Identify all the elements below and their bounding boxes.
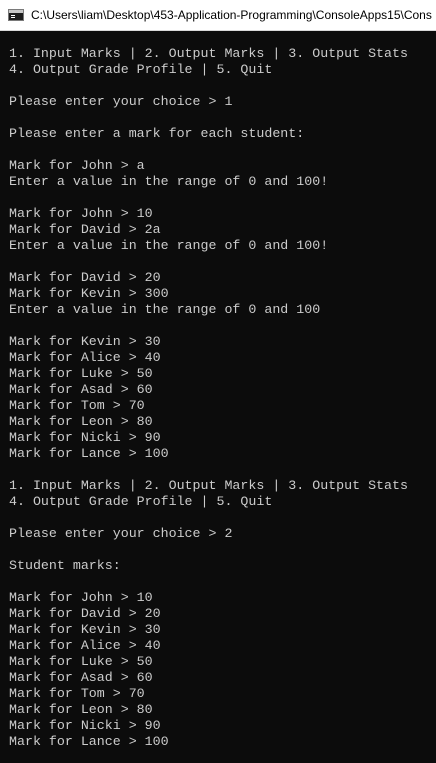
console-line: Mark for John > 10 [9, 206, 153, 221]
console-line: Mark for Kevin > 30 [9, 334, 161, 349]
console-line: Mark for Lance > 100 [9, 446, 169, 461]
console-line: Mark for David > 20 [9, 270, 161, 285]
console-line: Mark for David > 20 [9, 606, 161, 621]
console-line: Mark for Nicki > 90 [9, 430, 161, 445]
console-line: 1. Input Marks | 2. Output Marks | 3. Ou… [9, 478, 408, 493]
console-line: Mark for Alice > 40 [9, 350, 161, 365]
console-line: Mark for Luke > 50 [9, 366, 153, 381]
console-line: Mark for Tom > 70 [9, 398, 145, 413]
title-bar[interactable]: C:\Users\liam\Desktop\453-Application-Pr… [0, 0, 436, 31]
console-line: Mark for Kevin > 30 [9, 622, 161, 637]
console-output[interactable]: 1. Input Marks | 2. Output Marks | 3. Ou… [9, 46, 436, 750]
console-line: Enter a value in the range of 0 and 100 [9, 302, 321, 317]
console-line: Please enter your choice > 2 [9, 526, 233, 541]
console-line: Please enter a mark for each student: [9, 126, 305, 141]
console-line: Mark for Kevin > 300 [9, 286, 169, 301]
console-line: Mark for John > a [9, 158, 145, 173]
console-line: 4. Output Grade Profile | 5. Quit [9, 62, 273, 77]
console-line: Mark for Luke > 50 [9, 654, 153, 669]
console-line: Mark for Leon > 80 [9, 414, 153, 429]
console-line: Please enter your choice > 1 [9, 94, 233, 109]
console-line: 1. Input Marks | 2. Output Marks | 3. Ou… [9, 46, 408, 61]
console-line: Mark for Asad > 60 [9, 670, 153, 685]
console-line: 4. Output Grade Profile | 5. Quit [9, 494, 273, 509]
window-title: C:\Users\liam\Desktop\453-Application-Pr… [31, 8, 432, 22]
console-line: Mark for Lance > 100 [9, 734, 169, 749]
console-line: Mark for Leon > 80 [9, 702, 153, 717]
console-line: Enter a value in the range of 0 and 100! [9, 238, 329, 253]
console-line: Mark for Tom > 70 [9, 686, 145, 701]
console-line: Mark for John > 10 [9, 590, 153, 605]
console-line: Mark for Alice > 40 [9, 638, 161, 653]
console-line: Mark for Asad > 60 [9, 382, 153, 397]
console-window: C:\Users\liam\Desktop\453-Application-Pr… [0, 0, 436, 763]
console-app-icon[interactable] [8, 9, 24, 21]
console-line: Mark for David > 2a [9, 222, 161, 237]
console-line: Mark for Nicki > 90 [9, 718, 161, 733]
console-line: Enter a value in the range of 0 and 100! [9, 174, 329, 189]
console-line: Student marks: [9, 558, 121, 573]
